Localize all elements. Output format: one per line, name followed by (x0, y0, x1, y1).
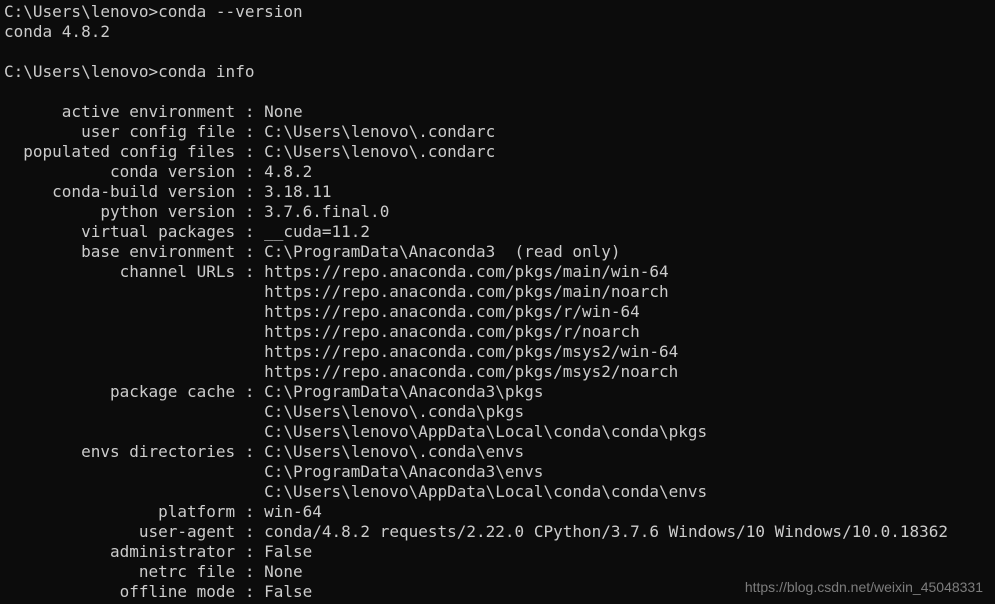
info-separator: : (235, 202, 264, 222)
info-label: conda-build version (4, 182, 235, 202)
info-row: conda-build version : 3.18.11 (4, 182, 991, 202)
info-row: python version : 3.7.6.final.0 (4, 202, 991, 222)
info-separator: : (235, 582, 264, 602)
info-value-continuation: https://repo.anaconda.com/pkgs/msys2/noa… (264, 362, 991, 382)
info-value: 3.18.11 (264, 182, 331, 202)
info-separator: : (235, 182, 264, 202)
info-label: channel URLs (4, 262, 235, 282)
info-value: C:\ProgramData\Anaconda3\pkgs (264, 382, 543, 402)
info-label: envs directories (4, 442, 235, 462)
info-value: C:\Users\lenovo\.conda\envs (264, 442, 524, 462)
info-value-continuation: C:\Users\lenovo\.conda\pkgs (264, 402, 991, 422)
info-row: administrator : False (4, 542, 991, 562)
info-value-continuation: https://repo.anaconda.com/pkgs/main/noar… (264, 282, 991, 302)
info-separator: : (235, 222, 264, 242)
command: conda info (158, 62, 254, 81)
prompt: C:\Users\lenovo> (4, 62, 158, 81)
info-separator: : (235, 122, 264, 142)
info-value: conda/4.8.2 requests/2.22.0 CPython/3.7.… (264, 522, 948, 542)
info-label: active environment (4, 102, 235, 122)
info-label: package cache (4, 382, 235, 402)
prompt: C:\Users\lenovo> (4, 2, 158, 21)
info-separator: : (235, 502, 264, 522)
info-value-continuation: C:\Users\lenovo\AppData\Local\conda\cond… (264, 482, 991, 502)
info-label: offline mode (4, 582, 235, 602)
info-separator: : (235, 522, 264, 542)
info-row: active environment : None (4, 102, 991, 122)
info-row: package cache : C:\ProgramData\Anaconda3… (4, 382, 991, 402)
info-label: netrc file (4, 562, 235, 582)
info-separator: : (235, 262, 264, 282)
blank-line (4, 82, 991, 102)
info-row: user config file : C:\Users\lenovo\.cond… (4, 122, 991, 142)
info-row: envs directories : C:\Users\lenovo\.cond… (4, 442, 991, 462)
info-label: conda version (4, 162, 235, 182)
info-value-continuation: C:\ProgramData\Anaconda3\envs (264, 462, 991, 482)
info-row: platform : win-64 (4, 502, 991, 522)
info-value: win-64 (264, 502, 322, 522)
info-row: channel URLs : https://repo.anaconda.com… (4, 262, 991, 282)
info-value-continuation: C:\Users\lenovo\AppData\Local\conda\cond… (264, 422, 991, 442)
watermark: https://blog.csdn.net/weixin_45048331 (745, 579, 983, 597)
info-value-continuation: https://repo.anaconda.com/pkgs/msys2/win… (264, 342, 991, 362)
cmd-line-1: C:\Users\lenovo>conda --version (4, 2, 991, 22)
info-value: None (264, 102, 303, 122)
info-label: platform (4, 502, 235, 522)
info-value: C:\Users\lenovo\.condarc (264, 122, 495, 142)
info-row: virtual packages : __cuda=11.2 (4, 222, 991, 242)
conda-info-block: active environment : None user config fi… (4, 102, 991, 602)
info-label: virtual packages (4, 222, 235, 242)
info-label: populated config files (4, 142, 235, 162)
info-separator: : (235, 542, 264, 562)
info-value-continuation: https://repo.anaconda.com/pkgs/r/win-64 (264, 302, 991, 322)
info-separator: : (235, 102, 264, 122)
command: conda --version (158, 2, 303, 21)
cmd-line-2: C:\Users\lenovo>conda info (4, 62, 991, 82)
info-row: populated config files : C:\Users\lenovo… (4, 142, 991, 162)
info-value: https://repo.anaconda.com/pkgs/main/win-… (264, 262, 669, 282)
info-row: conda version : 4.8.2 (4, 162, 991, 182)
info-label: base environment (4, 242, 235, 262)
info-row: user-agent : conda/4.8.2 requests/2.22.0… (4, 522, 991, 542)
info-row: base environment : C:\ProgramData\Anacon… (4, 242, 991, 262)
info-value: False (264, 582, 312, 602)
info-value: __cuda=11.2 (264, 222, 370, 242)
terminal-output[interactable]: C:\Users\lenovo>conda --version conda 4.… (4, 2, 991, 602)
info-value: C:\ProgramData\Anaconda3 (read only) (264, 242, 620, 262)
info-label: python version (4, 202, 235, 222)
info-separator: : (235, 242, 264, 262)
info-value-continuation: https://repo.anaconda.com/pkgs/r/noarch (264, 322, 991, 342)
output-line: conda 4.8.2 (4, 22, 991, 42)
info-value: 4.8.2 (264, 162, 312, 182)
info-separator: : (235, 142, 264, 162)
info-value: C:\Users\lenovo\.condarc (264, 142, 495, 162)
info-separator: : (235, 562, 264, 582)
info-label: user config file (4, 122, 235, 142)
info-label: user-agent (4, 522, 235, 542)
info-value: False (264, 542, 312, 562)
info-separator: : (235, 382, 264, 402)
info-separator: : (235, 442, 264, 462)
blank-line (4, 42, 991, 62)
info-label: administrator (4, 542, 235, 562)
info-value: None (264, 562, 303, 582)
info-separator: : (235, 162, 264, 182)
info-value: 3.7.6.final.0 (264, 202, 389, 222)
